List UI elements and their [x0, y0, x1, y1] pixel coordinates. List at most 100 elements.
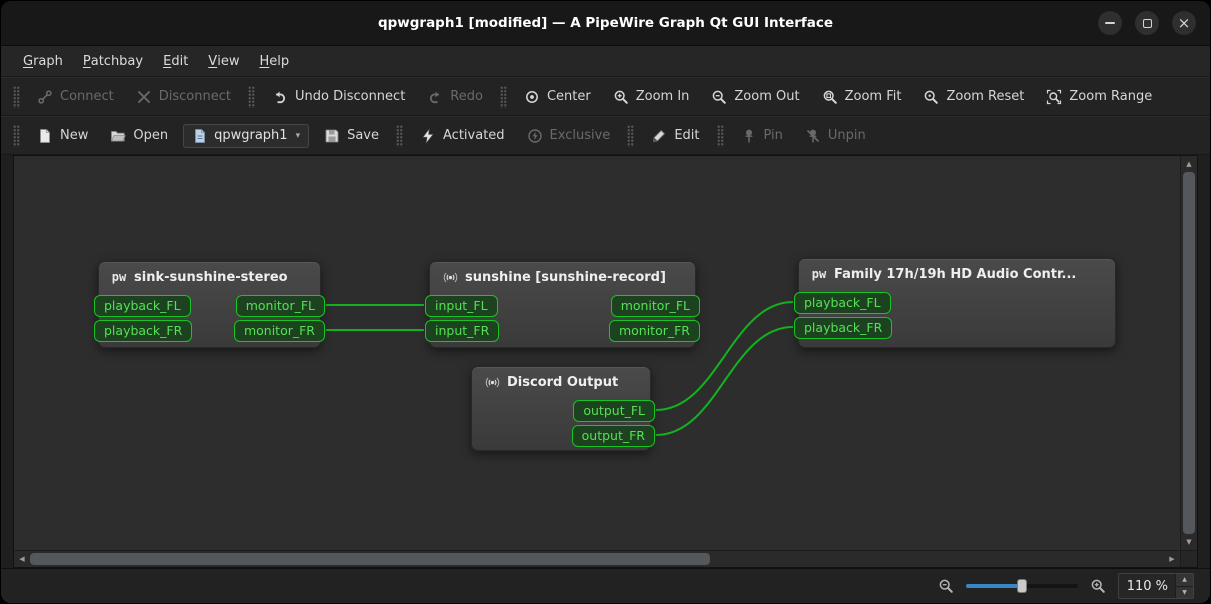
node-header[interactable]: pw sink-sunshine-stereo	[99, 262, 320, 288]
port-monitor-fr[interactable]: monitor_FR	[608, 320, 700, 342]
spin-down-button[interactable]: ▼	[1176, 586, 1193, 598]
port-monitor-fl[interactable]: monitor_FL	[235, 295, 325, 317]
undo-icon	[272, 89, 288, 105]
port-monitor-fr[interactable]: monitor_FR	[233, 320, 325, 342]
activated-button[interactable]: Activated	[409, 123, 516, 149]
zoom-out-button[interactable]: Zoom Out	[700, 84, 810, 110]
zoom-reset-icon	[923, 89, 939, 105]
open-button[interactable]: Open	[99, 123, 179, 149]
button-label: Zoom Out	[734, 89, 800, 104]
menu-graph[interactable]: Graph	[13, 46, 73, 76]
save-button[interactable]: Save	[313, 123, 390, 149]
pin-icon	[741, 128, 757, 144]
zoom-in-button[interactable]: Zoom In	[602, 84, 701, 110]
center-button[interactable]: Center	[513, 84, 602, 110]
node-sunshine-sunshine-record[interactable]: sunshine [sunshine-record] input_FL input_…	[425, 261, 700, 348]
toolbar-drag-handle[interactable]	[499, 85, 507, 108]
node-header[interactable]: Discord Output	[472, 367, 650, 393]
graph-canvas[interactable]: pw sink-sunshine-stereo playback_FL playbac…	[14, 156, 1180, 550]
app-window: qpwgraph1 [modified] — A PipeWire Graph …	[0, 0, 1211, 604]
node-family-17h-19h-hd-audio-contr[interactable]: pw Family 17h/19h HD Audio Contr... playba…	[794, 258, 1116, 348]
port-monitor-fl[interactable]: monitor_FL	[610, 295, 700, 317]
zoom-fit-icon	[822, 89, 838, 105]
toolbar-drag-handle[interactable]	[716, 124, 724, 147]
horizontal-scroll-thumb[interactable]	[30, 553, 711, 565]
vertical-scroll-thumb[interactable]	[1183, 172, 1195, 534]
unpin-button[interactable]: Unpin	[794, 123, 877, 149]
file-toolbar: New Open qpwgraph1 ▾ Save Activated Exclusive E…	[1, 116, 1210, 155]
zoom-fit-button[interactable]: Zoom Fit	[811, 84, 913, 110]
port-output-fl[interactable]: output_FL	[573, 400, 655, 422]
zoom-slider-handle[interactable]	[1017, 579, 1027, 593]
node-header[interactable]: sunshine [sunshine-record]	[430, 262, 695, 288]
maximize-button[interactable]	[1135, 11, 1159, 35]
port-output-fr[interactable]: output_FR	[571, 425, 655, 447]
new-button[interactable]: New	[26, 123, 99, 149]
node-discord-output[interactable]: Discord Output output_FL output_FR	[471, 366, 655, 451]
undo-disconnect-button[interactable]: Undo Disconnect	[261, 84, 416, 110]
vertical-scrollbar[interactable]: ▲ ▼	[1180, 156, 1197, 550]
combo-value: qpwgraph1	[214, 128, 288, 143]
button-label: New	[60, 128, 89, 143]
button-label: Zoom Fit	[844, 89, 902, 104]
toolbar-drag-handle[interactable]	[247, 85, 255, 108]
toolbar-drag-handle[interactable]	[13, 124, 20, 147]
graph-toolbar: Connect Disconnect Undo Disconnect Redo Cent…	[1, 77, 1210, 116]
zoom-value: 110 %	[1126, 578, 1168, 594]
menu-view[interactable]: View	[198, 46, 249, 76]
zoom-in-icon	[1090, 578, 1106, 594]
pipewire-icon: pw	[111, 270, 127, 284]
menu-patchbay[interactable]: Patchbay	[73, 46, 153, 76]
patchbay-file-combo[interactable]: qpwgraph1 ▾	[183, 123, 310, 148]
port-playback-fl[interactable]: playback_FL	[94, 295, 191, 317]
node-title: sunshine [sunshine-record]	[465, 269, 666, 285]
node-sink-sunshine-stereo[interactable]: pw sink-sunshine-stereo playback_FLplaybac…	[94, 261, 325, 348]
button-label: Exclusive	[549, 128, 611, 143]
spin-up-button[interactable]: ▲	[1176, 574, 1193, 587]
scroll-up-button[interactable]: ▲	[1181, 156, 1197, 172]
minimize-button[interactable]	[1098, 11, 1122, 35]
close-button[interactable]: ×	[1172, 11, 1196, 35]
button-label: Connect	[60, 89, 114, 104]
port-playback-fr[interactable]: playback_FR	[94, 320, 193, 342]
port-playback-fl[interactable]: playback_FL	[794, 292, 891, 314]
button-label: Pin	[763, 128, 783, 143]
horizontal-scroll-track[interactable]	[30, 551, 1164, 567]
port-playback-fr[interactable]: playback_FR	[794, 317, 893, 339]
zoom-spinbox[interactable]: 110 % ▲ ▼	[1118, 573, 1194, 599]
zoom-out-icon	[938, 578, 954, 594]
node-header[interactable]: pw Family 17h/19h HD Audio Contr...	[799, 259, 1115, 285]
redo-icon	[427, 89, 443, 105]
title-bar[interactable]: qpwgraph1 [modified] — A PipeWire Graph …	[1, 1, 1210, 46]
edit-icon	[651, 128, 667, 144]
button-label: Zoom Range	[1069, 89, 1153, 104]
pin-button[interactable]: Pin	[730, 123, 794, 149]
port-input-fr[interactable]: input_FR	[425, 320, 500, 342]
zoom-range-button[interactable]: Zoom Range	[1035, 84, 1163, 110]
window-controls: ×	[1098, 1, 1196, 45]
toolbar-drag-handle[interactable]	[396, 124, 404, 147]
zoom-slider[interactable]	[966, 578, 1078, 594]
port-input-fl[interactable]: input_FL	[425, 295, 498, 317]
disconnect-button[interactable]: Disconnect	[125, 84, 242, 110]
scroll-down-button[interactable]: ▼	[1181, 534, 1197, 550]
button-label: Undo Disconnect	[294, 89, 406, 104]
zoom-range-icon	[1046, 89, 1062, 105]
menu-edit[interactable]: Edit	[153, 46, 198, 76]
menu-help[interactable]: Help	[249, 46, 299, 76]
toolbar-drag-handle[interactable]	[627, 124, 635, 147]
scroll-left-button[interactable]: ◀	[14, 551, 30, 567]
exclusive-button[interactable]: Exclusive	[516, 123, 622, 149]
connect-button[interactable]: Connect	[26, 84, 125, 110]
button-label: Zoom In	[635, 89, 690, 104]
edit-button[interactable]: Edit	[640, 123, 710, 149]
toolbar-drag-handle[interactable]	[13, 85, 20, 108]
menu-bar: Graph Patchbay Edit View Help	[1, 46, 1210, 77]
scroll-right-button[interactable]: ▶	[1164, 551, 1180, 567]
vertical-scroll-track[interactable]	[1181, 172, 1197, 534]
zoom-reset-button[interactable]: Zoom Reset	[912, 84, 1035, 110]
patchbay-file-icon	[192, 128, 208, 144]
redo-button[interactable]: Redo	[416, 84, 494, 110]
button-label: Disconnect	[158, 89, 231, 104]
horizontal-scrollbar[interactable]: ◀ ▶	[14, 551, 1180, 567]
